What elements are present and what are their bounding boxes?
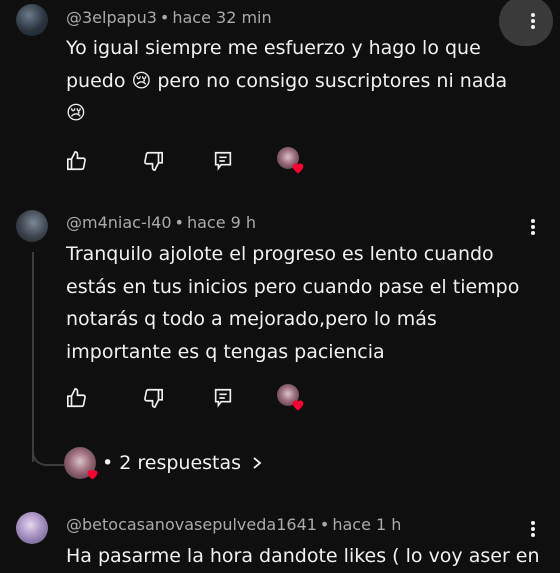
comment-line: importante es q tengas paciencia (66, 340, 385, 363)
comment-line: 😢 (66, 102, 86, 124)
timestamp: hace 9 h (186, 213, 257, 232)
reply-comment-icon (214, 151, 232, 171)
meta-separator: • (319, 515, 330, 534)
meta-separator: • (174, 213, 184, 232)
author-name[interactable]: @betocasanovasepulveda1641 (66, 515, 317, 534)
timestamp: hace 32 min (172, 8, 272, 27)
timestamp: hace 1 h (332, 515, 402, 534)
comment-actions (66, 147, 326, 174)
more-vert-icon (531, 219, 535, 235)
replies-count-label: • 2 respuestas (102, 452, 242, 474)
chevron-right-icon (253, 457, 262, 469)
thumb-down-icon (144, 388, 163, 408)
more-options-button[interactable] (522, 518, 544, 540)
comment-meta: @betocasanovasepulveda1641 • hace 1 h (66, 515, 401, 534)
thumb-up-icon (67, 388, 86, 408)
comment-text: Yo igual siempre me esfuerzo y hago lo q… (66, 32, 536, 130)
creator-heart-icon (292, 163, 304, 174)
comment-line: notarás q todo a mejorado,pero lo más (66, 308, 437, 330)
more-options-button[interactable] (522, 10, 544, 32)
avatar[interactable] (16, 4, 48, 36)
comment-meta: @m4niac-l40 • hace 9 h (66, 213, 256, 232)
comment-line: estás en tus inicios pero cuando pase el… (66, 275, 520, 298)
avatar[interactable] (16, 210, 48, 242)
creator-heart-badge (277, 147, 304, 174)
comment-meta: @3elpapu3 • hace 32 min (66, 8, 272, 27)
dislike-button[interactable] (142, 150, 164, 172)
thread-connector (32, 436, 64, 466)
comment-text: Ha pasarme la hora dandote likes ( lo vo… (66, 540, 540, 573)
more-options-button[interactable] (522, 216, 544, 238)
reply-button[interactable] (212, 387, 234, 409)
creator-heart-badge (277, 384, 304, 411)
comment-line: Yo igual siempre me esfuerzo y hago lo q… (66, 37, 481, 59)
thumb-down-icon (144, 151, 163, 171)
creator-heart-icon (292, 400, 304, 411)
comment-text: Tranquilo ajolote el progreso es lento c… (66, 238, 536, 368)
like-button[interactable] (66, 150, 88, 172)
dislike-button[interactable] (142, 387, 164, 409)
more-vert-icon (531, 13, 535, 29)
meta-separator: • (159, 8, 170, 27)
reply-button[interactable] (212, 150, 234, 172)
more-vert-icon (531, 521, 535, 537)
view-replies-button[interactable]: • 2 respuestas (64, 446, 263, 480)
creator-avatar (64, 447, 98, 480)
thread-line (32, 252, 34, 462)
comment-line: Tranquilo ajolote el progreso es lento c… (66, 243, 494, 265)
reply-comment-icon (214, 388, 232, 408)
comment-line: puedo 😢 pero no consigo suscriptores ni … (66, 69, 508, 92)
comment-line: Ha pasarme la hora dandote likes ( lo vo… (66, 545, 540, 567)
creator-heart-icon (87, 470, 98, 480)
comment-actions (66, 384, 326, 411)
thumb-up-icon (67, 151, 86, 171)
avatar[interactable] (16, 512, 48, 544)
like-button[interactable] (66, 387, 88, 409)
author-name[interactable]: @m4niac-l40 (66, 213, 172, 232)
author-name[interactable]: @3elpapu3 (66, 8, 157, 27)
